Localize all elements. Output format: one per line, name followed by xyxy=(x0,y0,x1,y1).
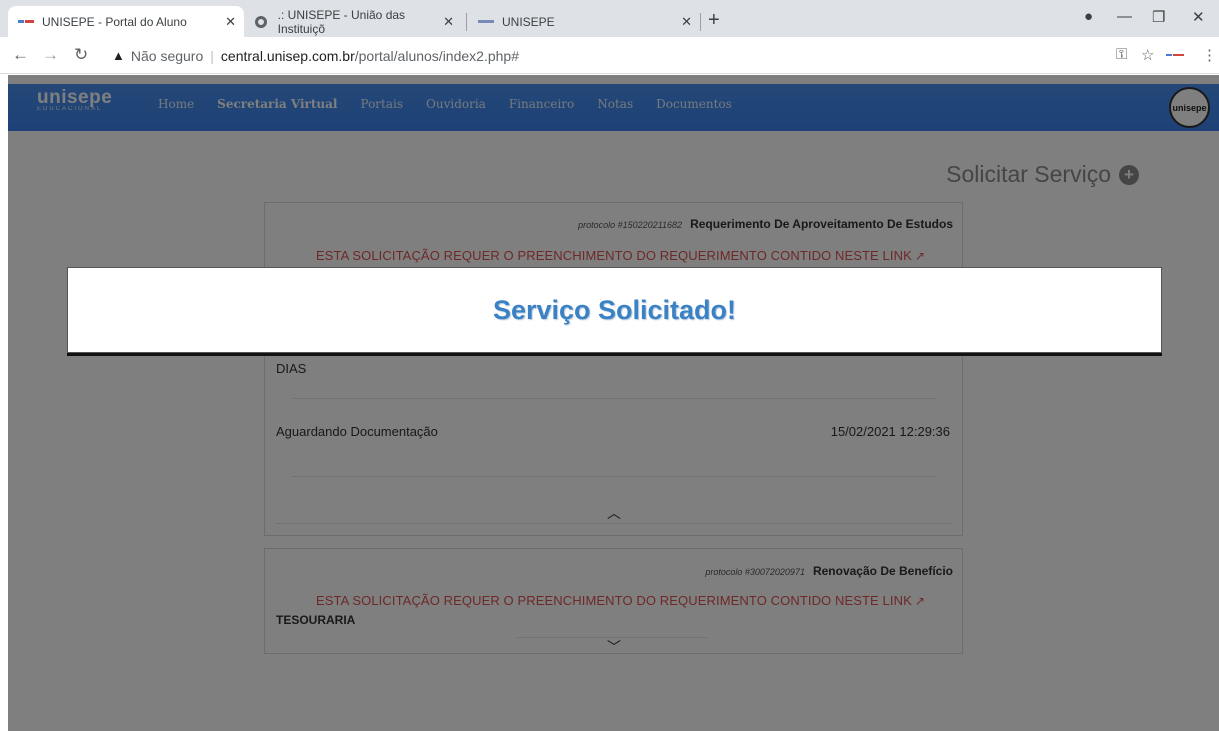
reload-icon[interactable]: ↻ xyxy=(74,46,88,64)
new-tab-icon[interactable]: + xyxy=(708,10,720,30)
minimize-icon[interactable]: — xyxy=(1117,8,1132,25)
modal-title: Serviço Solicitado! xyxy=(492,294,737,325)
unisepe-favicon-icon xyxy=(478,17,494,27)
tab-title: UNISEPE xyxy=(502,14,555,29)
back-icon[interactable]: ← xyxy=(12,46,29,64)
key-icon[interactable]: ⚿ xyxy=(1116,46,1127,63)
browser-tab-uniao[interactable]: .: UNISEPE - União das Instituiçõ ✕ xyxy=(244,6,462,37)
warning-icon[interactable]: ▲ xyxy=(112,48,125,63)
web-page: unisepe EDUCACIONAL Home Secretaria Virt… xyxy=(8,75,1219,731)
menu-icon[interactable]: ⋮ xyxy=(1202,46,1217,64)
browser-toolbar: ← → ↻ ▲ Não seguro | central.unisep.com.… xyxy=(0,37,1219,74)
address-bar[interactable]: ▲ Não seguro | central.unisep.com.br /po… xyxy=(112,41,1192,70)
omnibox-divider: | xyxy=(210,47,214,64)
browser-tabstrip: UNISEPE - Portal do Aluno ✕ .: UNISEPE -… xyxy=(0,0,1219,37)
close-window-icon[interactable]: ✕ xyxy=(1192,8,1205,26)
tab-separator xyxy=(466,13,467,31)
restore-icon[interactable]: ❐ xyxy=(1152,8,1165,26)
close-tab-icon[interactable]: ✕ xyxy=(225,14,236,30)
globe-icon xyxy=(254,15,270,28)
close-tab-icon[interactable]: ✕ xyxy=(681,14,692,30)
success-modal: Serviço Solicitado! xyxy=(67,267,1162,353)
url-path[interactable]: /portal/alunos/index2.php# xyxy=(355,48,519,64)
security-label[interactable]: Não seguro xyxy=(131,48,203,64)
extension-icon[interactable] xyxy=(1166,46,1184,63)
url-host[interactable]: central.unisep.com.br xyxy=(221,48,355,64)
modal-backdrop[interactable] xyxy=(8,75,1219,731)
unisepe-favicon-icon xyxy=(18,17,34,27)
browser-tab-unisepe[interactable]: UNISEPE ✕ xyxy=(468,6,700,37)
profile-icon[interactable]: ● xyxy=(1084,8,1093,25)
tab-title: UNISEPE - Portal do Aluno xyxy=(42,14,187,29)
tab-separator xyxy=(700,13,701,31)
star-icon[interactable]: ☆ xyxy=(1141,46,1154,64)
close-tab-icon[interactable]: ✕ xyxy=(443,14,454,30)
forward-icon[interactable]: → xyxy=(42,46,59,64)
tab-title: .: UNISEPE - União das Instituiçõ xyxy=(277,7,406,36)
browser-tab-portal[interactable]: UNISEPE - Portal do Aluno ✕ xyxy=(8,6,244,37)
